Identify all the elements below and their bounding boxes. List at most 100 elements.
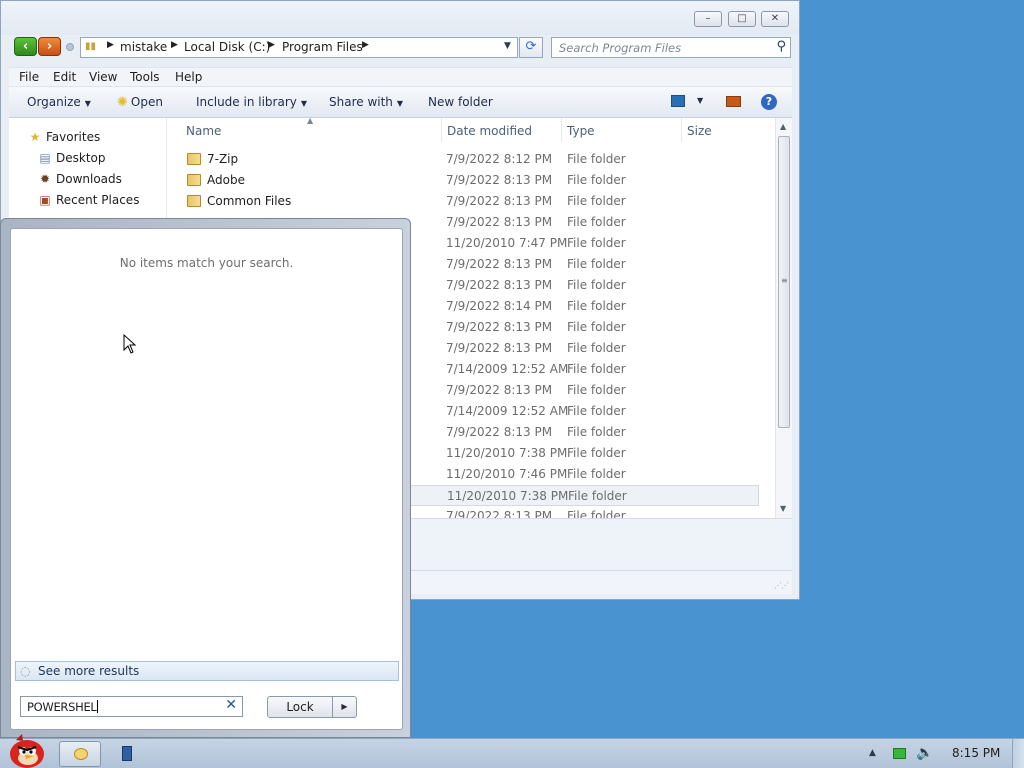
resize-grip-icon[interactable]: ⋰⋰	[774, 581, 789, 590]
forward-button[interactable]: ›	[38, 37, 61, 56]
file-type: File folder	[568, 489, 627, 503]
menu-file[interactable]: File	[19, 70, 39, 84]
volume-icon[interactable]: 🔈	[916, 745, 933, 761]
minimize-button[interactable]: –	[694, 11, 722, 27]
include-in-library-button[interactable]: Include in library ▼	[196, 95, 307, 109]
column-divider[interactable]	[561, 118, 562, 142]
chevron-down-icon[interactable]: ▼	[504, 41, 511, 51]
text-caret	[96, 700, 98, 713]
recent-pages-button[interactable]	[66, 43, 74, 51]
scroll-up-icon[interactable]: ▲	[780, 122, 786, 131]
chevron-down-icon[interactable]: ▼	[697, 96, 703, 105]
star-icon: ★	[29, 130, 41, 144]
menu-tools[interactable]: Tools	[130, 70, 160, 84]
file-type: File folder	[567, 446, 626, 460]
file-date-modified: 7/9/2022 8:13 PM	[446, 215, 553, 229]
column-type[interactable]: Type	[567, 124, 595, 138]
preview-pane-icon[interactable]	[726, 96, 741, 107]
menu-edit[interactable]: Edit	[53, 70, 76, 84]
file-type: File folder	[567, 509, 626, 518]
recent-places-icon: ▣	[39, 193, 51, 207]
recent-places-item[interactable]: ▣ Recent Places	[38, 193, 139, 207]
chevron-right-icon[interactable]: ▶	[268, 40, 275, 50]
file-type: File folder	[567, 320, 626, 334]
desktop-item[interactable]: ▤ Desktop	[38, 151, 105, 165]
clock[interactable]: 8:15 PM	[952, 746, 1000, 760]
column-name[interactable]: Name	[186, 124, 221, 138]
scroll-down-icon[interactable]: ▼	[780, 504, 786, 513]
file-date-modified: 7/9/2022 8:12 PM	[446, 152, 553, 166]
chevron-right-icon[interactable]: ▶	[362, 40, 369, 50]
clear-search-icon[interactable]: ✕	[225, 697, 237, 713]
address-bar[interactable]: ▮▮ ▶ mistake ▶ Local Disk (C:) ▶ Program…	[80, 37, 518, 58]
vertical-scrollbar[interactable]: ▲ ≡ ▼	[775, 118, 792, 518]
new-folder-button[interactable]: New folder	[428, 95, 493, 109]
folder-icon	[187, 153, 201, 165]
menu-bar: File Edit View Tools Help	[9, 67, 792, 87]
menu-view[interactable]: View	[89, 70, 117, 84]
start-search-input[interactable]: POWERSHEL ✕	[20, 696, 243, 717]
file-date-modified: 7/14/2009 12:52 AM	[446, 362, 569, 376]
organize-button[interactable]: Organize ▼	[27, 95, 91, 109]
show-desktop-button[interactable]	[1012, 739, 1024, 768]
taskbar-powershell-button[interactable]	[106, 741, 148, 767]
back-button[interactable]: ‹	[14, 37, 37, 56]
lock-button[interactable]: Lock	[267, 696, 333, 718]
breadcrumb-user[interactable]: mistake	[120, 40, 167, 54]
title-bar[interactable]: – □ ✕	[1, 1, 799, 35]
shutdown-options-button[interactable]: ▶	[333, 696, 357, 718]
open-button[interactable]: ✺ Open	[117, 95, 163, 110]
see-more-results-button[interactable]: ◌ See more results	[15, 661, 399, 681]
search-icon[interactable]: ⚲	[776, 39, 786, 54]
share-with-button[interactable]: Share with ▼	[329, 95, 403, 109]
start-search-text: POWERSHEL	[27, 700, 98, 714]
chevron-right-icon[interactable]: ▶	[107, 40, 114, 50]
close-button[interactable]: ✕	[761, 11, 789, 27]
search-icon: ◌	[20, 664, 31, 678]
angry-bird-icon	[10, 734, 44, 768]
column-divider[interactable]	[441, 118, 442, 142]
grip-icon: ≡	[781, 276, 788, 285]
chevron-down-icon: ▼	[84, 99, 91, 108]
file-type: File folder	[567, 215, 626, 229]
refresh-button[interactable]: ⟳	[519, 37, 543, 58]
file-date-modified: 7/9/2022 8:13 PM	[446, 257, 553, 271]
downloads-item[interactable]: ✹ Downloads	[38, 172, 122, 186]
file-row[interactable]: 7-Zip 7/9/2022 8:12 PM File folder	[169, 149, 759, 170]
folder-icon: ▮▮	[85, 41, 97, 52]
chevron-down-icon: ▼	[300, 99, 308, 108]
column-date-modified[interactable]: Date modified	[447, 124, 532, 138]
column-divider[interactable]	[681, 118, 682, 142]
scrollbar-thumb[interactable]: ≡	[778, 136, 790, 428]
search-input[interactable]: Search Program Files ⚲	[551, 37, 791, 58]
file-date-modified: 7/9/2022 8:13 PM	[446, 509, 553, 518]
help-icon[interactable]: ?	[761, 94, 777, 110]
file-name: Common Files	[207, 194, 292, 208]
file-date-modified: 7/9/2022 8:13 PM	[446, 278, 553, 292]
desktop-icon: ▤	[39, 151, 51, 165]
taskbar-explorer-button[interactable]	[59, 741, 101, 767]
change-view-icon[interactable]	[671, 95, 685, 107]
column-size[interactable]: Size	[687, 124, 712, 138]
favorites-item[interactable]: ★ Favorites	[28, 130, 101, 144]
file-type: File folder	[567, 194, 626, 208]
file-name: Adobe	[207, 173, 245, 187]
file-type: File folder	[567, 152, 626, 166]
breadcrumb-drive[interactable]: Local Disk (C:)	[184, 40, 270, 54]
show-hidden-icons-icon[interactable]: ▲	[869, 748, 876, 758]
file-type: File folder	[567, 278, 626, 292]
file-row[interactable]: Common Files 7/9/2022 8:13 PM File folder	[169, 191, 759, 212]
start-button[interactable]	[4, 732, 46, 768]
refresh-icon: ⟳	[525, 39, 537, 54]
file-date-modified: 7/9/2022 8:13 PM	[446, 173, 553, 187]
taskbar: ▲ 🔈 8:15 PM	[0, 734, 1024, 768]
maximize-button[interactable]: □	[728, 11, 756, 27]
chevron-right-icon[interactable]: ▶	[171, 40, 178, 50]
search-results-panel: No items match your search. ◌ See more r…	[10, 228, 403, 730]
file-row[interactable]: Adobe 7/9/2022 8:13 PM File folder	[169, 170, 759, 191]
folder-icon	[187, 174, 201, 186]
menu-help[interactable]: Help	[175, 70, 202, 84]
folder-icon	[187, 195, 201, 207]
network-icon[interactable]	[893, 748, 906, 759]
breadcrumb-folder[interactable]: Program Files	[282, 40, 363, 54]
